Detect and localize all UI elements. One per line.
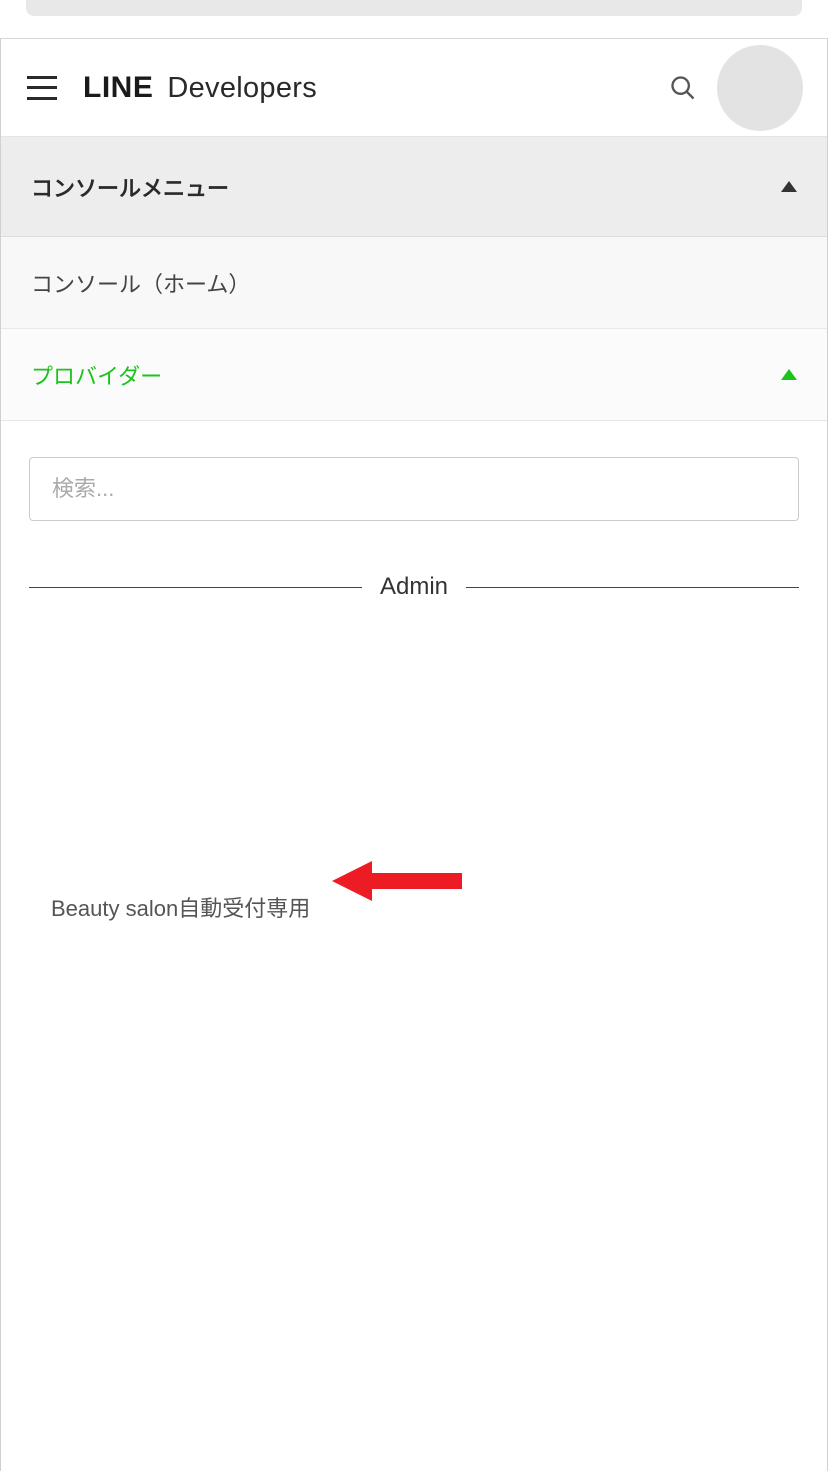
console-menu-header[interactable]: コンソールメニュー xyxy=(1,137,827,237)
section-divider: Admin xyxy=(29,573,799,601)
provider-name: Beauty salon自動受付専用 xyxy=(51,896,310,921)
search-input[interactable] xyxy=(29,457,799,521)
hamburger-line xyxy=(27,76,57,79)
nav-provider[interactable]: プロバイダー xyxy=(1,329,827,421)
console-home-label: コンソール（ホーム） xyxy=(31,267,250,299)
main-content: Admin Beauty salon自動受付専用 xyxy=(1,421,827,923)
nav-console-home[interactable]: コンソール（ホーム） xyxy=(1,237,827,329)
menu-icon[interactable] xyxy=(27,76,57,100)
app-header: LINE Developers xyxy=(1,39,827,137)
logo[interactable]: LINE Developers xyxy=(83,71,317,105)
browser-chrome-bar xyxy=(26,0,802,16)
hamburger-line xyxy=(27,86,57,89)
divider-line xyxy=(29,587,362,588)
admin-section-label: Admin xyxy=(380,573,448,601)
logo-developers: Developers xyxy=(167,72,317,105)
chevron-up-icon xyxy=(781,369,797,380)
divider-line xyxy=(466,587,799,588)
provider-label: プロバイダー xyxy=(31,359,162,391)
chevron-up-icon xyxy=(781,181,797,192)
avatar[interactable] xyxy=(717,45,803,131)
hamburger-line xyxy=(27,97,57,100)
console-menu-label: コンソールメニュー xyxy=(31,171,229,203)
provider-list-item[interactable]: Beauty salon自動受付専用 xyxy=(29,891,799,923)
logo-line: LINE xyxy=(83,71,153,105)
search-icon[interactable] xyxy=(663,68,703,108)
